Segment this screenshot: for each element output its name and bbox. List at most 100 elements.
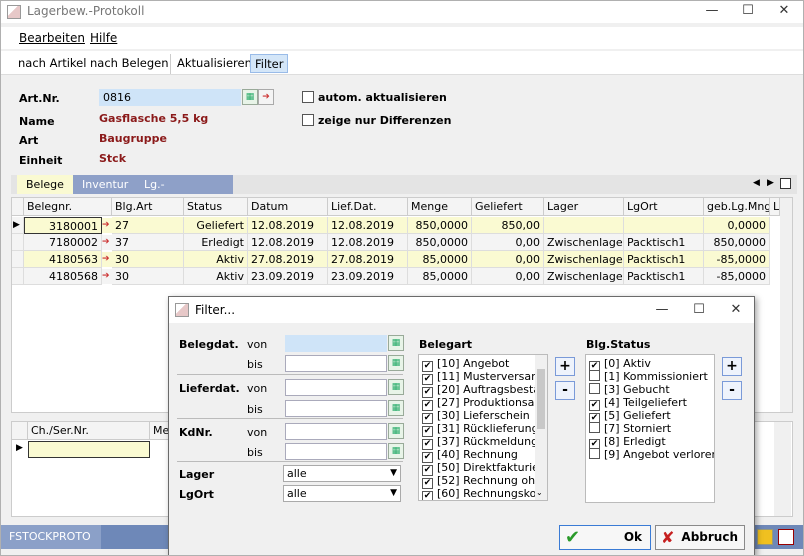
grid-cell[interactable]: Geliefert <box>184 217 248 234</box>
status-item[interactable]: [9] Angebot verloren <box>589 448 714 461</box>
grid-cell[interactable]: 27.08.2019 <box>248 251 328 268</box>
subgrid-scrollbar[interactable] <box>774 422 791 516</box>
belegart-item[interactable]: ✔ [10] Angebot <box>422 357 509 372</box>
belegart-item[interactable]: ✔ [30] Lieferschein <box>422 409 530 424</box>
grid-cell[interactable]: 85,0000 <box>408 268 472 285</box>
grid-cell[interactable]: 0,0000 <box>704 217 770 234</box>
grid-cell[interactable]: 85,0000 <box>408 251 472 268</box>
kdnr-bis-input[interactable] <box>285 443 387 460</box>
col-header[interactable]: Menge <box>408 198 472 216</box>
grid-cell[interactable]: 30 <box>112 268 184 285</box>
scroll-down-icon[interactable]: ⌄ <box>536 488 543 497</box>
belegart-item[interactable]: ✔ [31] Rücklieferung <box>422 422 539 437</box>
belegart-list[interactable]: ✔ [10] Angebot ✔ [11] Musterversand ✔ [20] Au… <box>418 354 548 501</box>
tab-lg-umbuchung[interactable]: Lg.-Umbuchung <box>135 175 233 210</box>
serial-input[interactable] <box>28 441 150 458</box>
status-item[interactable]: ✔ [0] Aktiv <box>589 357 651 372</box>
status-checkbox[interactable] <box>589 370 600 381</box>
grid-cell[interactable]: Packtisch1 <box>624 251 704 268</box>
grid-cell[interactable]: Erledigt <box>184 234 248 251</box>
status-deselect-all-button[interactable]: - <box>722 381 742 400</box>
goto-arrow-icon[interactable]: ➔ <box>102 218 112 233</box>
lgort-select[interactable]: alle ▼ <box>283 485 401 502</box>
col-header[interactable]: Ch./Ser.Nr. <box>28 422 150 440</box>
ok-button[interactable]: ✔ Ok <box>559 525 651 550</box>
goto-arrow-icon[interactable]: ➔ <box>102 269 112 284</box>
nach-artikel-button[interactable]: nach Artikel <box>14 54 90 73</box>
tab-menu-icon[interactable] <box>780 178 791 189</box>
tab-scroll-left-icon[interactable]: ◀ <box>753 178 760 188</box>
tab-scroll-right-icon[interactable]: ▶ <box>767 178 774 188</box>
scroll-thumb[interactable] <box>537 369 545 429</box>
belegart-item[interactable]: ✔ [52] Rechnung ohne <box>422 474 547 489</box>
grid-cell[interactable] <box>624 217 704 234</box>
grid-cell[interactable]: 30 <box>112 251 184 268</box>
grid-cell[interactable]: 850,00 <box>472 217 544 234</box>
status-list[interactable]: ✔ [0] Aktiv [1] Kommissioniert [3] Gebucht ✔… <box>585 354 715 503</box>
grid-cell[interactable]: Aktiv <box>184 251 248 268</box>
aktualisieren-button[interactable]: Aktualisieren <box>173 54 256 73</box>
dialog-minimize-icon[interactable]: — <box>648 302 676 317</box>
minimize-icon[interactable]: — <box>698 3 726 18</box>
grid-cell[interactable]: 0,00 <box>472 251 544 268</box>
grid-cell[interactable]: 12.08.2019 <box>328 217 408 234</box>
status-item[interactable]: ✔ [4] Teilgeliefert <box>589 396 687 411</box>
kdnr-von-input[interactable] <box>285 423 387 440</box>
belegdat-bis-input[interactable] <box>285 355 387 372</box>
status-item[interactable]: [3] Gebucht <box>589 383 670 396</box>
dialog-close-icon[interactable]: ✕ <box>722 302 750 317</box>
calendar-icon[interactable]: ▦ <box>388 400 404 416</box>
grid-cell[interactable]: 850,0000 <box>408 217 472 234</box>
belegart-item[interactable]: ✔ [50] Direktfakturieru <box>422 461 547 476</box>
tab-inventur[interactable]: Inventur <box>73 175 138 194</box>
status-checkbox[interactable] <box>589 448 600 459</box>
belegart-checkbox[interactable]: ✔ <box>422 491 433 500</box>
lookup-icon[interactable]: ▦ <box>388 443 404 459</box>
grid-cell[interactable]: 7180002 <box>24 234 102 251</box>
lieferdat-von-input[interactable] <box>285 379 387 396</box>
grid-cell[interactable]: 850,0000 <box>408 234 472 251</box>
status-checkbox[interactable] <box>589 422 600 433</box>
grid-cell[interactable]: 0,00 <box>472 234 544 251</box>
grid-cell[interactable]: 0,00 <box>472 268 544 285</box>
col-header[interactable]: Blg.Art <box>112 198 184 216</box>
menu-bearbeiten[interactable]: Bearbeiten <box>19 31 85 45</box>
grid-cell[interactable]: Packtisch1 <box>624 234 704 251</box>
diff-only-checkbox[interactable] <box>302 114 314 126</box>
status-item[interactable]: ✔ [5] Geliefert <box>589 409 671 424</box>
grid-cell[interactable]: 12.08.2019 <box>328 234 408 251</box>
maximize-icon[interactable]: ☐ <box>734 3 762 18</box>
cancel-button[interactable]: ✘ Abbruch <box>655 525 745 550</box>
close-icon[interactable]: ✕ <box>770 3 798 18</box>
belegart-item[interactable]: ✔ [40] Rechnung <box>422 448 518 463</box>
grid-cell[interactable]: 23.09.2019 <box>328 268 408 285</box>
grid-cell[interactable]: Zwischenlager V <box>544 251 624 268</box>
grid-cell[interactable]: 4180563 <box>24 251 102 268</box>
status-item[interactable]: [7] Storniert <box>589 422 671 435</box>
belegart-select-all-button[interactable]: + <box>555 357 575 376</box>
calendar-icon[interactable]: ▦ <box>388 379 404 395</box>
col-header[interactable]: Datum <box>248 198 328 216</box>
col-header[interactable]: Geliefert <box>472 198 544 216</box>
grid-cell[interactable]: 4180568 <box>24 268 102 285</box>
belegart-item[interactable]: ✔ [37] Rückmeldung P <box>422 435 547 450</box>
belegart-item[interactable]: ✔ [11] Musterversand <box>422 370 545 385</box>
grid-cell[interactable]: Zwischenlager V <box>544 268 624 285</box>
grid-cell[interactable]: Aktiv <box>184 268 248 285</box>
belegart-item[interactable]: ✔ [60] Rechnungskorr <box>422 487 545 500</box>
col-header[interactable]: LgOrt <box>624 198 704 216</box>
grid-scrollbar[interactable] <box>780 198 792 412</box>
col-header[interactable]: Lager <box>544 198 624 216</box>
dialog-maximize-icon[interactable]: ☐ <box>685 302 713 317</box>
status-select-all-button[interactable]: + <box>722 357 742 376</box>
grid-cell[interactable]: -85,0000 <box>704 251 770 268</box>
grid-cell[interactable]: 12.08.2019 <box>248 217 328 234</box>
status-item[interactable]: [1] Kommissioniert <box>589 370 708 383</box>
lock-icon[interactable] <box>757 529 773 545</box>
auto-update-checkbox[interactable] <box>302 91 314 103</box>
grid-cell[interactable]: Packtisch1 <box>624 268 704 285</box>
belegart-deselect-all-button[interactable]: - <box>555 381 575 400</box>
menu-hilfe[interactable]: Hilfe <box>90 31 117 45</box>
calendar-icon[interactable]: ▦ <box>388 355 404 371</box>
belegart-item[interactable]: ✔ [20] Auftragsbestät <box>422 383 544 398</box>
